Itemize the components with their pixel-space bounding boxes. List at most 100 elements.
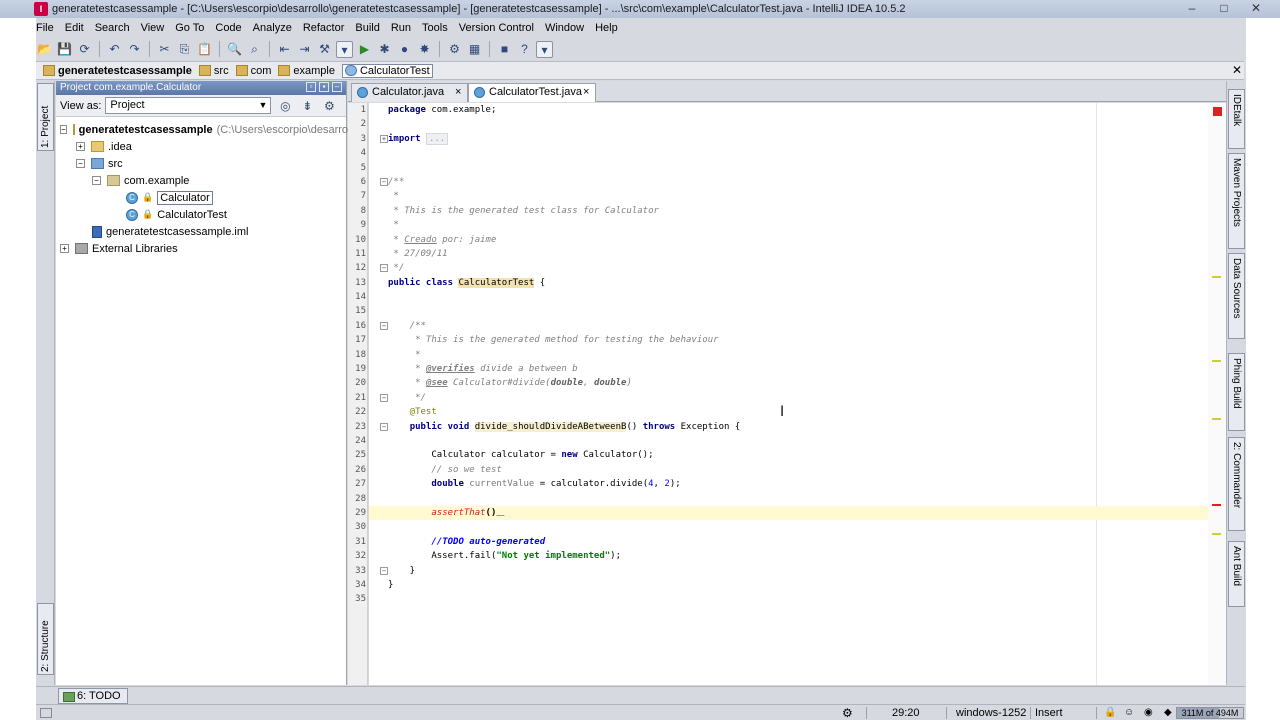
close-tab-icon[interactable]: × bbox=[583, 84, 589, 101]
tree-node-com-example[interactable]: − com.example bbox=[56, 172, 346, 189]
stop-icon[interactable]: ■ bbox=[496, 41, 513, 58]
warning-marker[interactable] bbox=[1212, 276, 1221, 278]
inspector-icon[interactable]: ☺ bbox=[1124, 706, 1134, 720]
fold-expand-icon[interactable]: + bbox=[380, 134, 388, 143]
menu-version-control[interactable]: Version Control bbox=[459, 22, 534, 34]
file-encoding[interactable]: windows-1252 bbox=[956, 706, 1026, 720]
warning-marker[interactable] bbox=[1212, 533, 1221, 535]
fold-end-icon[interactable]: − bbox=[380, 264, 388, 273]
paste-icon[interactable]: 📋 bbox=[196, 41, 213, 58]
structure-tool-tab[interactable]: 2: Structure bbox=[37, 603, 54, 675]
close-tab-icon[interactable]: × bbox=[455, 84, 461, 101]
panel-float-icon[interactable]: ▫ bbox=[306, 82, 316, 92]
find-icon[interactable]: 🔍 bbox=[226, 41, 243, 58]
breadcrumb-project[interactable]: generatetestcasessample bbox=[43, 65, 192, 77]
breadcrumb-example[interactable]: example bbox=[278, 65, 335, 77]
breadcrumb-src[interactable]: src bbox=[198, 65, 229, 77]
tree-node-src[interactable]: − src bbox=[56, 155, 346, 172]
view-as-select[interactable]: Project ▼ bbox=[105, 97, 272, 114]
undo-icon[interactable]: ↶ bbox=[106, 41, 123, 58]
status-toggle-icon[interactable] bbox=[40, 708, 52, 718]
toolbar-dropdown-icon[interactable]: ▾ bbox=[536, 40, 553, 58]
ide-talk-icon[interactable]: ◉ bbox=[1144, 706, 1153, 720]
code-editor[interactable]: package com.example; + import ... −/** * … bbox=[369, 103, 1226, 685]
error-status-icon[interactable] bbox=[1213, 107, 1222, 116]
run-config-dropdown-icon[interactable]: ▾ bbox=[336, 40, 353, 58]
error-marker[interactable] bbox=[1212, 504, 1221, 506]
warning-marker[interactable] bbox=[1212, 360, 1221, 362]
warning-marker[interactable] bbox=[1212, 418, 1221, 420]
fold-collapse-icon[interactable]: − bbox=[380, 177, 388, 186]
hector-icon[interactable]: ◆ bbox=[1164, 706, 1172, 720]
menu-refactor[interactable]: Refactor bbox=[303, 22, 345, 34]
synchronize-icon[interactable]: ⟳ bbox=[76, 41, 93, 58]
collapse-all-icon[interactable]: ⇟ bbox=[299, 98, 315, 114]
replace-icon[interactable]: ⌕ bbox=[246, 41, 263, 58]
panel-hide-icon[interactable]: – bbox=[332, 82, 342, 92]
expand-toggle-icon[interactable]: + bbox=[60, 244, 69, 253]
collapse-toggle-icon[interactable]: − bbox=[76, 159, 85, 168]
menu-help[interactable]: Help bbox=[595, 22, 618, 34]
navbar-close-icon[interactable]: ✕ bbox=[1232, 63, 1242, 77]
tree-node-iml[interactable]: generatetestcasessample.iml bbox=[56, 223, 346, 240]
phing-build-tool-tab[interactable]: Phing Build bbox=[1228, 353, 1245, 431]
menu-file[interactable]: File bbox=[36, 22, 54, 34]
make-project-icon[interactable]: ⚒ bbox=[316, 41, 333, 58]
menu-build[interactable]: Build bbox=[355, 22, 379, 34]
menu-window[interactable]: Window bbox=[545, 22, 584, 34]
insert-mode[interactable]: Insert bbox=[1035, 706, 1063, 720]
menu-goto[interactable]: Go To bbox=[175, 22, 204, 34]
idetalk-tool-tab[interactable]: IDEtalk bbox=[1228, 89, 1245, 149]
maven-projects-tool-tab[interactable]: Maven Projects bbox=[1228, 153, 1245, 249]
save-all-icon[interactable]: 💾 bbox=[56, 41, 73, 58]
open-icon[interactable]: 📂 bbox=[36, 41, 53, 58]
coverage-icon[interactable]: ● bbox=[396, 41, 413, 58]
menu-analyze[interactable]: Analyze bbox=[253, 22, 292, 34]
tab-calculator-java[interactable]: Calculator.java × bbox=[351, 83, 468, 102]
scroll-from-source-icon[interactable]: ◎ bbox=[277, 98, 293, 114]
fold-end-icon[interactable]: − bbox=[380, 393, 388, 402]
menu-search[interactable]: Search bbox=[95, 22, 130, 34]
folded-imports[interactable]: ... bbox=[425, 132, 449, 145]
run-icon[interactable]: ▶ bbox=[356, 41, 373, 58]
memory-indicator[interactable]: 311M of 494M bbox=[1176, 707, 1244, 719]
debug-icon[interactable]: ✱ bbox=[376, 41, 393, 58]
data-sources-tool-tab[interactable]: Data Sources bbox=[1228, 253, 1245, 339]
tree-node-project[interactable]: − generatetestcasessample (C:\Users\esco… bbox=[56, 121, 362, 138]
cut-icon[interactable]: ✂ bbox=[156, 41, 173, 58]
event-log-icon[interactable]: ⚙ bbox=[842, 706, 853, 720]
panel-settings-icon[interactable]: ⚙ bbox=[321, 98, 337, 114]
menu-code[interactable]: Code bbox=[215, 22, 241, 34]
fold-collapse-icon[interactable]: − bbox=[380, 321, 388, 330]
tab-calculatortest-java[interactable]: CalculatorTest.java × bbox=[468, 83, 596, 102]
minimize-button[interactable]: – bbox=[1176, 0, 1208, 17]
close-window-button[interactable]: ✕ bbox=[1240, 0, 1272, 17]
tree-node-calculatortest[interactable]: C 🔒 CalculatorTest bbox=[56, 206, 346, 223]
project-tool-tab[interactable]: 1: Project bbox=[37, 83, 54, 151]
collapse-toggle-icon[interactable]: − bbox=[60, 125, 67, 134]
fold-end-icon[interactable]: − bbox=[380, 566, 388, 575]
tree-node-external-libraries[interactable]: + External Libraries bbox=[56, 240, 346, 257]
collapse-toggle-icon[interactable]: − bbox=[92, 176, 101, 185]
expand-toggle-icon[interactable]: + bbox=[76, 142, 85, 151]
profile-icon[interactable]: ✸ bbox=[416, 41, 433, 58]
error-stripe[interactable] bbox=[1208, 103, 1226, 685]
breadcrumb-class[interactable]: CalculatorTest bbox=[341, 63, 433, 78]
back-icon[interactable]: ⇤ bbox=[276, 41, 293, 58]
panel-pin-icon[interactable]: ▪ bbox=[319, 82, 329, 92]
todo-tool-button[interactable]: 6: TODO bbox=[58, 688, 128, 704]
tree-node-idea[interactable]: + .idea bbox=[56, 138, 346, 155]
maximize-button[interactable]: □ bbox=[1208, 0, 1240, 17]
menu-edit[interactable]: Edit bbox=[65, 22, 84, 34]
forward-icon[interactable]: ⇥ bbox=[296, 41, 313, 58]
fold-collapse-icon[interactable]: − bbox=[380, 422, 388, 431]
settings-icon[interactable]: ⚙ bbox=[446, 41, 463, 58]
help-icon[interactable]: ? bbox=[516, 41, 533, 58]
menu-run[interactable]: Run bbox=[391, 22, 411, 34]
commander-tool-tab[interactable]: 2: Commander bbox=[1228, 437, 1245, 531]
tree-node-calculator[interactable]: C 🔒 Calculator bbox=[56, 189, 346, 206]
copy-icon[interactable]: ⎘ bbox=[176, 41, 193, 58]
lock-icon[interactable]: 🔒 bbox=[1104, 706, 1116, 720]
project-structure-icon[interactable]: ▦ bbox=[466, 41, 483, 58]
breadcrumb-com[interactable]: com bbox=[235, 65, 271, 77]
